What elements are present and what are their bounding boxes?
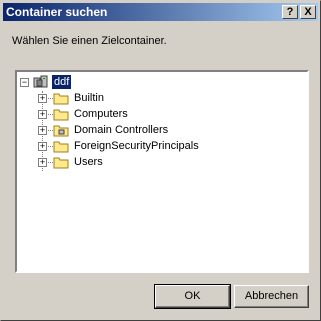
cancel-button[interactable]: Abbrechen	[234, 285, 309, 308]
ok-button[interactable]: OK	[154, 284, 231, 309]
window-title: Container suchen	[6, 5, 108, 19]
folder-icon	[53, 108, 69, 121]
tree-item-computers[interactable]: + Computers	[17, 106, 307, 122]
tree-item-builtin[interactable]: + Builtin	[17, 90, 307, 106]
expand-icon[interactable]: +	[38, 110, 47, 119]
title-bar: Container suchen ? X	[3, 3, 318, 21]
domain-icon	[33, 75, 49, 88]
tree-item-label: Computers	[74, 108, 128, 120]
tree-item-users[interactable]: + Users	[17, 154, 307, 170]
tree-item-foreign-security-principals[interactable]: + ForeignSecurityPrincipals	[17, 138, 307, 154]
expand-icon[interactable]: +	[38, 142, 47, 151]
tree-item-label: ForeignSecurityPrincipals	[74, 140, 199, 152]
expand-icon[interactable]: +	[38, 94, 47, 103]
help-button[interactable]: ?	[282, 5, 298, 19]
tree-item-label: Domain Controllers	[74, 124, 169, 136]
instruction-text: Wählen Sie einen Zielcontainer.	[12, 35, 167, 47]
collapse-icon[interactable]: −	[20, 78, 29, 87]
tree-item-domain-controllers[interactable]: + Domain Controllers	[17, 122, 307, 138]
close-button[interactable]: X	[300, 5, 316, 19]
folder-icon	[53, 140, 69, 153]
tree-item-label: Builtin	[74, 92, 104, 104]
dialog-window: Container suchen ? X Wählen Sie einen Zi…	[0, 0, 321, 321]
expand-icon[interactable]: +	[38, 158, 47, 167]
expand-icon[interactable]: +	[38, 126, 47, 135]
ou-folder-icon	[53, 124, 69, 137]
tree-item-root[interactable]: − ddf	[17, 74, 307, 90]
folder-icon	[53, 92, 69, 105]
tree-item-label: ddf	[52, 75, 72, 89]
folder-icon	[53, 156, 69, 169]
tree-item-label: Users	[74, 156, 103, 168]
container-tree[interactable]: − ddf + Builtin + Computers + Domain Con…	[15, 70, 309, 273]
